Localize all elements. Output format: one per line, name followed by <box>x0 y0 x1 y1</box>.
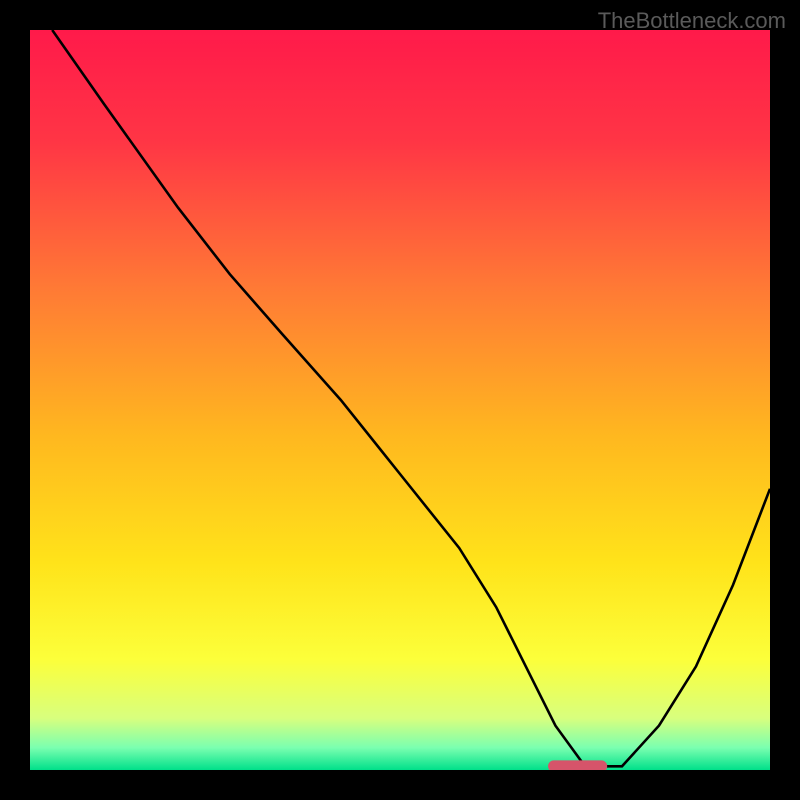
watermark-text: TheBottleneck.com <box>598 8 786 34</box>
optimal-range-marker <box>548 760 607 770</box>
bottleneck-chart <box>30 30 770 770</box>
chart-background <box>30 30 770 770</box>
